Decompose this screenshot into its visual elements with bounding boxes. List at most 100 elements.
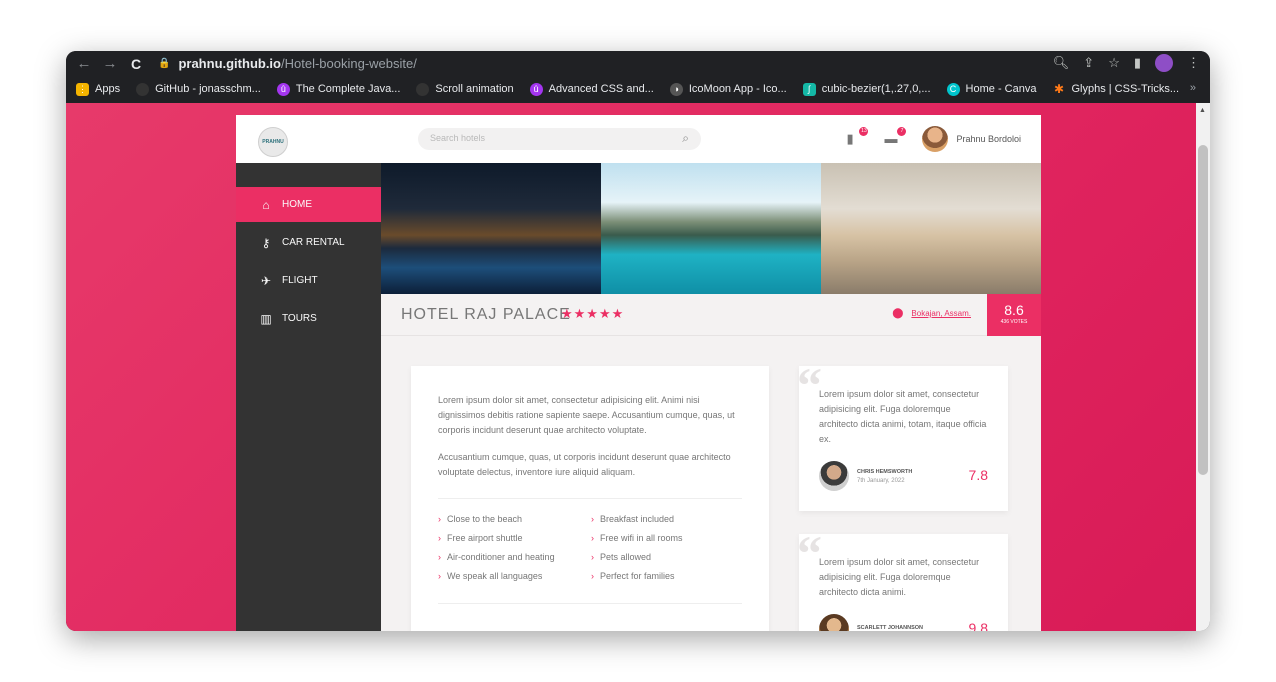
avatar — [819, 614, 849, 631]
map-icon: ▥ — [260, 311, 272, 326]
list-item: › Pets allowed — [591, 552, 652, 562]
url-field[interactable]: 🔒 prahnu.github.io /Hotel-booking-websit… — [158, 56, 417, 71]
hotel-overview: HOTEL RAJ PALACE ★★★★★ ⬤ Bokajan, Assam.… — [381, 294, 1041, 336]
sidebar-item-label: TOURS — [282, 313, 317, 324]
search-form: Search hotels ⌕ — [418, 128, 701, 150]
bookmark-icomoon[interactable]: ◑ IcoMoon App - Ico... — [669, 82, 787, 96]
sidebar-item-label: CAR RENTAL — [282, 237, 345, 248]
address-bar: ← → C 🔒 prahnu.github.io /Hotel-booking-… — [66, 51, 1210, 76]
user-review: “ Lorem ipsum dolor sit amet, consectetu… — [797, 360, 1008, 511]
zoom-icon[interactable]: 🔍︎ — [1053, 55, 1070, 71]
sidebar: ⌂ HOME ⚷ CAR RENTAL ✈ FLIGHT ▥ TOURS — [236, 163, 381, 631]
chevron-right-icon: › — [591, 552, 594, 562]
star-rating: ★★★★★ — [561, 306, 625, 321]
review-rating: 9.8 — [968, 620, 988, 631]
messages-notification[interactable]: ▬ 7 — [884, 127, 907, 148]
user-avatar[interactable] — [922, 126, 949, 152]
review-user-name: CHRIS HEMSWORTH — [857, 468, 913, 475]
bookmark-canva[interactable]: C Home - Canva — [946, 82, 1036, 96]
review-user: CHRIS HEMSWORTH 7th January, 2022 7.8 — [819, 461, 988, 491]
review-user-name: SCARLETT JOHANNSON — [857, 624, 924, 631]
lock-icon: 🔒 — [158, 58, 171, 69]
sidebar-item-tours[interactable]: ▥ TOURS — [236, 301, 381, 336]
avatar — [819, 461, 849, 491]
bookmarks-notification[interactable]: ▮ 13 — [846, 127, 869, 148]
hotel-gallery — [381, 163, 1041, 294]
css-tricks-icon: ✱ — [1053, 81, 1064, 96]
logo[interactable]: PRAHNU — [258, 127, 288, 157]
sidebar-item-home[interactable]: ⌂ HOME — [236, 187, 381, 222]
chevron-right-icon: › — [591, 571, 594, 581]
bookmark-scroll-animation[interactable]: Scroll animation — [416, 82, 514, 96]
search-icon[interactable]: ⌕ — [682, 131, 689, 146]
user-nav: ▮ 13 ▬ 7 Prahnu Bordoloi — [846, 126, 1021, 152]
gallery-photo-night-pool[interactable] — [381, 163, 601, 294]
bookmarks-overflow-icon[interactable]: » — [1190, 82, 1196, 94]
list-item: › We speak all languages — [438, 571, 543, 581]
bookmark-apps[interactable]: ⋮ Apps — [76, 82, 120, 96]
user-name[interactable]: Prahnu Bordoloi — [956, 134, 1021, 144]
chevron-right-icon: › — [591, 514, 594, 524]
features-list: › Close to the beach › Breakfast included … — [438, 514, 742, 581]
back-arrow-icon[interactable]: ← — [74, 55, 94, 72]
sidebar-item-car-rental[interactable]: ⚷ CAR RENTAL — [236, 225, 381, 260]
menu-kebab-icon[interactable]: ⋮ — [1187, 55, 1200, 71]
github-icon — [136, 82, 150, 96]
url-host: prahnu.github.io — [178, 56, 281, 71]
scroll-up-icon[interactable]: ▲ — [1199, 107, 1206, 114]
bookmark-star-icon[interactable]: ☆ — [1108, 55, 1120, 71]
rating-votes: 436 VOTES — [1000, 319, 1028, 325]
sidebar-item-label: FLIGHT — [282, 275, 318, 286]
browser-window: ← → C 🔒 prahnu.github.io /Hotel-booking-… — [66, 51, 1210, 631]
list-item: › Breakfast included — [591, 514, 675, 524]
chevron-right-icon: › — [438, 533, 441, 543]
sidebar-item-flight[interactable]: ✈ FLIGHT — [236, 263, 381, 298]
reload-icon[interactable]: C — [126, 56, 146, 72]
bookmark-github-jonas[interactable]: GitHub - jonasschm... — [136, 82, 261, 96]
rating-average: 8.6 — [1004, 302, 1024, 318]
list-item: › Perfect for families — [591, 571, 675, 581]
messages-badge: 7 — [897, 127, 907, 136]
divider — [438, 498, 742, 499]
url-path: /Hotel-booking-website/ — [281, 56, 417, 71]
gallery-photo-terrace[interactable] — [821, 163, 1041, 294]
search-input[interactable]: Search hotels — [430, 133, 485, 143]
review-date: 7th January, 2022 — [857, 477, 905, 484]
hotel-name: HOTEL RAJ PALACE — [401, 306, 571, 323]
bookmark-advanced-css[interactable]: û Advanced CSS and... — [529, 82, 654, 96]
cubic-bezier-icon: ∫ — [802, 82, 816, 96]
review-user: SCARLETT JOHANNSON 9.8 — [819, 614, 988, 631]
page-scrollbar[interactable]: ▲ — [1196, 103, 1210, 631]
page-viewport: PRAHNU Search hotels ⌕ ▮ 13 ▬ 7 Prahnu B — [66, 103, 1196, 631]
description-paragraph: Accusantium cumque, quas, ut corporis in… — [438, 452, 731, 477]
list-item: › Close to the beach — [438, 514, 523, 524]
aircraft-icon: ✈ — [260, 273, 272, 288]
sidebar-item-label: HOME — [282, 199, 312, 210]
canva-icon: C — [946, 82, 960, 96]
bookmark-complete-java[interactable]: û The Complete Java... — [276, 82, 400, 96]
browser-actions: 🔍︎ ⇪ ☆ ▮ ⋮ — [1053, 54, 1200, 72]
forward-arrow-icon[interactable]: → — [100, 55, 120, 72]
gallery-photo-pool[interactable] — [601, 163, 821, 294]
location-pin-icon: ⬤ — [892, 308, 904, 319]
location: ⬤ Bokajan, Assam. — [892, 308, 971, 319]
chat-icon: ▬ — [884, 131, 898, 146]
apps-grid-icon: ⋮ — [76, 82, 89, 96]
bookmark-cubic-bezier[interactable]: ∫ cubic-bezier(1,.27,0,... — [802, 82, 931, 96]
rating-badge: 8.6 436 VOTES — [987, 294, 1041, 336]
side-panel-icon[interactable]: ▮ — [1134, 55, 1141, 71]
bookmarks-bar: ⋮ Apps GitHub - jonasschm... û The Complet… — [66, 78, 1210, 100]
description-paragraph: Lorem ipsum dolor sit amet, consectetur … — [438, 395, 735, 435]
list-item: › Free airport shuttle — [438, 533, 523, 543]
bookmark-css-tricks[interactable]: ✱ Glyphs | CSS-Tricks... — [1052, 81, 1179, 96]
share-icon[interactable]: ⇪ — [1083, 55, 1094, 71]
profile-avatar[interactable] — [1155, 54, 1173, 72]
scrollbar-thumb[interactable] — [1198, 145, 1208, 475]
review-text: Lorem ipsum dolor sit amet, consectetur … — [819, 389, 987, 444]
list-item: › Free wifi in all rooms — [591, 533, 683, 543]
location-link[interactable]: Bokajan, Assam. — [911, 309, 971, 318]
home-icon: ⌂ — [262, 197, 270, 212]
divider — [438, 603, 742, 604]
udemy-icon: û — [276, 82, 290, 96]
review-text: Lorem ipsum dolor sit amet, consectetur … — [819, 557, 980, 597]
